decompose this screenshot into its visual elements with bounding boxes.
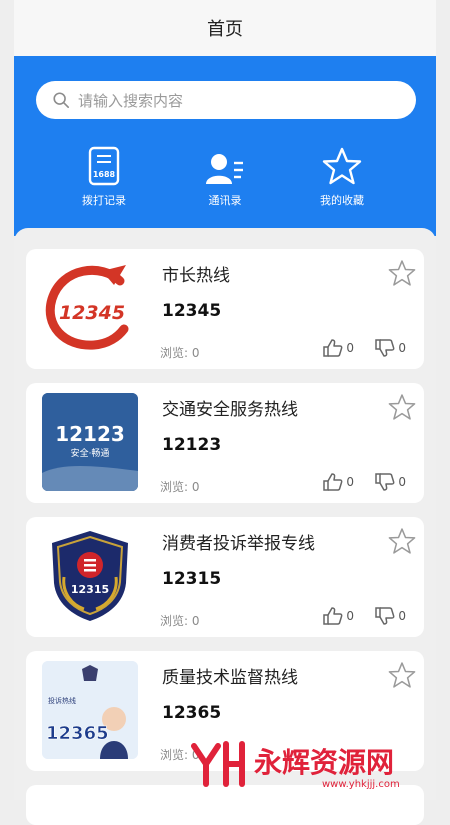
hotline-logo-12345: 12345 — [42, 259, 138, 357]
favorite-star-icon[interactable] — [388, 393, 416, 421]
page-title: 首页 — [207, 19, 243, 40]
like-button[interactable]: 0 — [323, 607, 354, 625]
watermark-url: www.yhkjjj.com — [322, 779, 400, 790]
hotline-card[interactable]: 12315 消费者投诉举报专线 12315 浏览: 0 0 0 — [26, 517, 424, 637]
shortcut-contacts[interactable]: 通讯录 — [180, 142, 270, 208]
shortcut-label: 我的收藏 — [320, 194, 364, 207]
logo-subtext: 投诉热线 — [48, 696, 76, 705]
hotline-name: 质量技术监督热线 — [162, 668, 298, 688]
view-count: 浏览: 0 — [160, 614, 200, 628]
favorite-star-icon[interactable] — [388, 661, 416, 689]
dislike-count: 0 — [398, 475, 406, 489]
hotline-card[interactable]: 12123 安全·畅通 交通安全服务热线 12123 浏览: 0 0 0 — [26, 383, 424, 503]
favorite-star-icon[interactable] — [388, 527, 416, 555]
dislike-count: 0 — [398, 341, 406, 355]
search-bar[interactable]: 请输入搜索内容 — [36, 81, 416, 119]
watermark-logo: 永辉资源网 www.yhkjjj.com — [191, 741, 400, 790]
call-log-icon: 1688 — [88, 146, 120, 186]
thumbs-down-icon — [375, 473, 395, 491]
logo-text: 12365 — [46, 723, 109, 744]
hotline-card[interactable]: 12345 市长热线 12345 浏览: 0 0 0 — [26, 249, 424, 369]
dislike-button[interactable]: 0 — [375, 607, 406, 625]
favorite-star-icon[interactable] — [388, 259, 416, 287]
shortcut-bar: 1688 拨打记录 通讯录 我的收藏 — [14, 142, 436, 208]
logo-text: 12315 — [71, 583, 109, 596]
shortcut-call-log[interactable]: 1688 拨打记录 — [59, 142, 149, 208]
hotline-name: 市长热线 — [162, 266, 230, 286]
logo-text: 12123 — [55, 422, 125, 446]
like-count: 0 — [346, 475, 354, 489]
like-count: 0 — [346, 609, 354, 623]
dislike-button[interactable]: 0 — [375, 339, 406, 357]
shortcut-label: 通讯录 — [208, 194, 242, 207]
view-count: 浏览: 0 — [160, 346, 200, 360]
hotline-number: 12315 — [162, 569, 222, 589]
like-count: 0 — [346, 341, 354, 355]
call-log-badge: 1688 — [93, 170, 116, 179]
thumbs-down-icon — [375, 607, 395, 625]
like-button[interactable]: 0 — [323, 339, 354, 357]
hero-panel: 请输入搜索内容 1688 拨打记录 通讯录 我的收藏 — [14, 56, 436, 236]
logo-subtext: 安全·畅通 — [71, 447, 110, 459]
hotline-logo-12123: 12123 安全·畅通 — [42, 393, 138, 491]
search-icon — [53, 92, 70, 109]
dislike-button[interactable]: 0 — [375, 473, 406, 491]
hotline-name: 交通安全服务热线 — [162, 400, 298, 420]
hotline-list: 12345 市长热线 12345 浏览: 0 0 0 12123 安全·畅通 交… — [14, 228, 436, 825]
hotline-number: 12365 — [162, 703, 222, 723]
watermark-brand: 永辉资源网 — [254, 746, 394, 779]
top-bar: 首页 — [14, 0, 436, 56]
logo-text: 12345 — [59, 302, 125, 324]
dislike-count: 0 — [398, 609, 406, 623]
shortcut-label: 拨打记录 — [82, 194, 126, 207]
hotline-logo-12315: 12315 — [42, 527, 138, 625]
contacts-icon — [206, 154, 243, 184]
thumbs-down-icon — [375, 339, 395, 357]
thumbs-up-icon — [323, 473, 343, 491]
hotline-name: 消费者投诉举报专线 — [162, 534, 315, 554]
star-icon — [322, 147, 362, 185]
search-placeholder: 请输入搜索内容 — [78, 91, 184, 110]
view-count: 浏览: 0 — [160, 480, 200, 494]
shortcut-favorites[interactable]: 我的收藏 — [297, 142, 387, 208]
hotline-number: 12345 — [162, 301, 222, 321]
hotline-number: 12123 — [162, 435, 222, 455]
hotline-logo-12365: 投诉热线 12365 — [42, 661, 138, 759]
thumbs-up-icon — [323, 339, 343, 357]
hotline-card-partial[interactable] — [26, 785, 424, 825]
like-button[interactable]: 0 — [323, 473, 354, 491]
thumbs-up-icon — [323, 607, 343, 625]
